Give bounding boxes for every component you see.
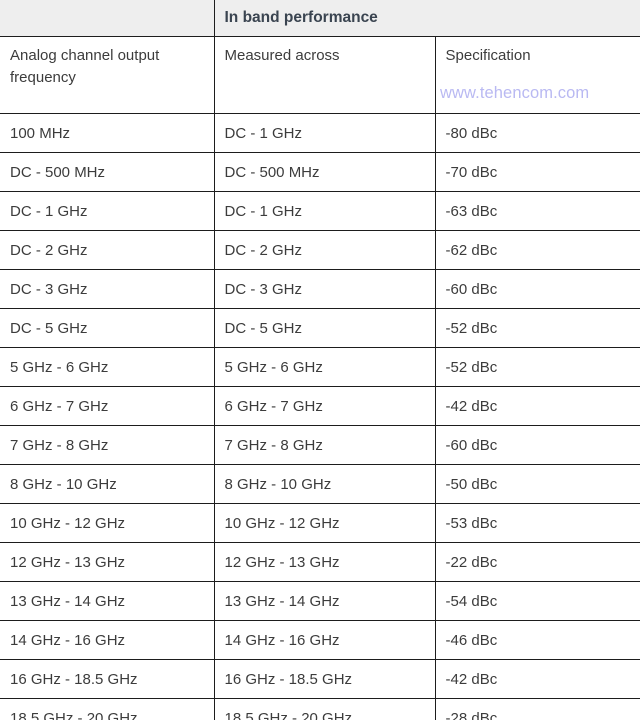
cell-measured-across: 7 GHz - 8 GHz xyxy=(214,425,436,465)
cell-specification: -62 dBc xyxy=(435,230,640,270)
cell-specification: -52 dBc xyxy=(435,347,640,387)
cell-frequency: DC - 2 GHz xyxy=(0,230,215,270)
cell-specification: -42 dBc xyxy=(435,386,640,426)
group-header-row: In band performance xyxy=(0,0,640,37)
column-header-analog-channel-output-frequency: Analog channel output frequency xyxy=(0,36,215,114)
column-header-specification: Specification xyxy=(435,36,640,114)
cell-measured-across: 10 GHz - 12 GHz xyxy=(214,503,436,543)
cell-frequency: 7 GHz - 8 GHz xyxy=(0,425,215,465)
cell-measured-across: 12 GHz - 13 GHz xyxy=(214,542,436,582)
table-row: DC - 500 MHz DC - 500 MHz -70 dBc xyxy=(0,152,640,192)
cell-measured-across: 8 GHz - 10 GHz xyxy=(214,464,436,504)
table-row: 13 GHz - 14 GHz 13 GHz - 14 GHz -54 dBc xyxy=(0,581,640,621)
column-header-measured-across: Measured across xyxy=(214,36,436,114)
cell-measured-across: 16 GHz - 18.5 GHz xyxy=(214,659,436,699)
table-row: DC - 2 GHz DC - 2 GHz -62 dBc xyxy=(0,230,640,270)
cell-frequency: 100 MHz xyxy=(0,113,215,153)
cell-measured-across: DC - 1 GHz xyxy=(214,113,436,153)
table-row: 6 GHz - 7 GHz 6 GHz - 7 GHz -42 dBc xyxy=(0,386,640,426)
cell-specification: -52 dBc xyxy=(435,308,640,348)
cell-frequency: 5 GHz - 6 GHz xyxy=(0,347,215,387)
cell-frequency: DC - 500 MHz xyxy=(0,152,215,192)
table-row: 10 GHz - 12 GHz 10 GHz - 12 GHz -53 dBc xyxy=(0,503,640,543)
in-band-performance-table: In band performance Analog channel outpu… xyxy=(0,0,640,720)
table-row: 100 MHz DC - 1 GHz -80 dBc xyxy=(0,113,640,153)
cell-specification: -63 dBc xyxy=(435,191,640,231)
cell-frequency: 10 GHz - 12 GHz xyxy=(0,503,215,543)
cell-frequency: 6 GHz - 7 GHz xyxy=(0,386,215,426)
cell-specification: -28 dBc xyxy=(435,698,640,720)
table-row: DC - 5 GHz DC - 5 GHz -52 dBc xyxy=(0,308,640,348)
cell-frequency: DC - 5 GHz xyxy=(0,308,215,348)
cell-specification: -60 dBc xyxy=(435,425,640,465)
specification-table-container: In band performance Analog channel outpu… xyxy=(0,0,640,720)
cell-measured-across: 5 GHz - 6 GHz xyxy=(214,347,436,387)
cell-specification: -70 dBc xyxy=(435,152,640,192)
cell-measured-across: 6 GHz - 7 GHz xyxy=(214,386,436,426)
cell-specification: -80 dBc xyxy=(435,113,640,153)
table-body: In band performance Analog channel outpu… xyxy=(0,0,640,720)
cell-specification: -50 dBc xyxy=(435,464,640,504)
cell-specification: -60 dBc xyxy=(435,269,640,309)
cell-frequency: 12 GHz - 13 GHz xyxy=(0,542,215,582)
cell-measured-across: 18.5 GHz - 20 GHz xyxy=(214,698,436,720)
group-header-title: In band performance xyxy=(214,0,640,37)
column-header-row: Analog channel output frequency Measured… xyxy=(0,36,640,114)
cell-specification: -53 dBc xyxy=(435,503,640,543)
cell-measured-across: DC - 500 MHz xyxy=(214,152,436,192)
cell-specification: -22 dBc xyxy=(435,542,640,582)
table-row: DC - 3 GHz DC - 3 GHz -60 dBc xyxy=(0,269,640,309)
table-row: 14 GHz - 16 GHz 14 GHz - 16 GHz -46 dBc xyxy=(0,620,640,660)
table-row: 7 GHz - 8 GHz 7 GHz - 8 GHz -60 dBc xyxy=(0,425,640,465)
group-header-empty-cell xyxy=(0,0,215,37)
cell-measured-across: DC - 2 GHz xyxy=(214,230,436,270)
cell-specification: -46 dBc xyxy=(435,620,640,660)
cell-measured-across: 14 GHz - 16 GHz xyxy=(214,620,436,660)
cell-frequency: 18.5 GHz - 20 GHz xyxy=(0,698,215,720)
cell-specification: -42 dBc xyxy=(435,659,640,699)
table-row: 8 GHz - 10 GHz 8 GHz - 10 GHz -50 dBc xyxy=(0,464,640,504)
table-row: 16 GHz - 18.5 GHz 16 GHz - 18.5 GHz -42 … xyxy=(0,659,640,699)
cell-measured-across: 13 GHz - 14 GHz xyxy=(214,581,436,621)
table-row: 18.5 GHz - 20 GHz 18.5 GHz - 20 GHz -28 … xyxy=(0,698,640,720)
cell-frequency: DC - 3 GHz xyxy=(0,269,215,309)
cell-frequency: 16 GHz - 18.5 GHz xyxy=(0,659,215,699)
cell-measured-across: DC - 1 GHz xyxy=(214,191,436,231)
cell-frequency: 13 GHz - 14 GHz xyxy=(0,581,215,621)
table-row: 5 GHz - 6 GHz 5 GHz - 6 GHz -52 dBc xyxy=(0,347,640,387)
cell-frequency: DC - 1 GHz xyxy=(0,191,215,231)
cell-measured-across: DC - 5 GHz xyxy=(214,308,436,348)
table-row: DC - 1 GHz DC - 1 GHz -63 dBc xyxy=(0,191,640,231)
cell-specification: -54 dBc xyxy=(435,581,640,621)
cell-measured-across: DC - 3 GHz xyxy=(214,269,436,309)
cell-frequency: 14 GHz - 16 GHz xyxy=(0,620,215,660)
cell-frequency: 8 GHz - 10 GHz xyxy=(0,464,215,504)
table-row: 12 GHz - 13 GHz 12 GHz - 13 GHz -22 dBc xyxy=(0,542,640,582)
